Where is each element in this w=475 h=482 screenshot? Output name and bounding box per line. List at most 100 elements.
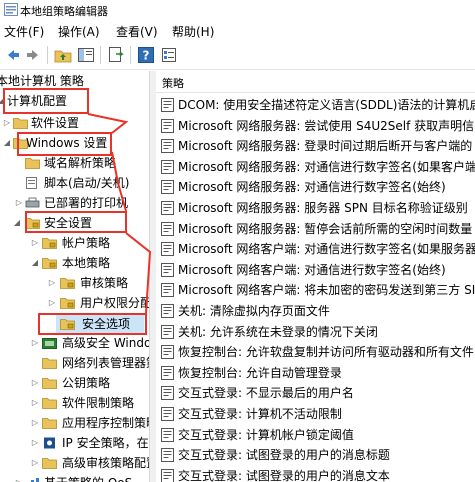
policy-setting-icon [161, 283, 174, 298]
policy-name: 交互式登录: 试图登录的用户的消息文本 [178, 468, 390, 482]
policy-row[interactable]: 恢复控制台: 允许软盘复制并访问所有驱动器和所有文件 [156, 342, 475, 362]
security-folder-icon [25, 218, 40, 229]
back-icon[interactable] [4, 46, 22, 64]
printer-icon [25, 197, 40, 208]
policy-row[interactable]: 交互式登录: 计算机不活动限制 [156, 404, 475, 424]
policy-name: Microsoft 网络服务器: 尝试使用 S4U2Self 获取声明信 [178, 118, 475, 133]
policy-setting-icon [161, 242, 174, 257]
policy-name: Microsoft 网络服务器: 对通信进行数字签名(始终) [178, 180, 446, 195]
security-folder-icon [42, 258, 57, 269]
policy-row[interactable]: 关机: 允许系统在未登录的情况下关闭 [156, 322, 475, 342]
expand-arrow-icon[interactable]: ▷ [30, 393, 40, 413]
svg-text:?: ? [143, 49, 150, 63]
expand-arrow-icon[interactable]: ▷ [30, 333, 40, 353]
menu-help[interactable]: 帮助(H) [172, 23, 214, 40]
menu-action[interactable]: 操作(A) [58, 23, 100, 40]
policy-setting-icon [161, 118, 174, 133]
policy-row[interactable]: Microsoft 网络客户端: 将未加密的密码发送到第三方 SI [156, 280, 475, 300]
policy-name: Microsoft 网络服务器: 对通信进行数字签名(如果客户端 [178, 159, 475, 174]
toolbar: ? [0, 40, 475, 70]
policy-row[interactable]: Microsoft 网络服务器: 尝试使用 S4U2Self 获取声明信 [156, 116, 475, 136]
policy-row[interactable]: Microsoft 网络服务器: 服务器 SPN 目标名称验证级别 [156, 198, 475, 218]
policy-row[interactable]: DCOM: 使用安全描述符定义语言(SDDL)语法的计算机启 [156, 95, 475, 115]
policy-setting-icon [161, 407, 174, 421]
policy-name: 交互式登录: 试图登录的用户的消息标题 [178, 448, 390, 463]
tree-item-security-options[interactable]: 安全选项 [56, 314, 144, 334]
expand-arrow-icon[interactable]: ▷ [47, 293, 57, 313]
policy-setting-icon [161, 448, 174, 463]
policy-row[interactable]: Microsoft 网络客户端: 对通信进行数字签名(如果服务器 [156, 239, 475, 259]
forward-icon[interactable] [24, 46, 42, 64]
expand-arrow-icon[interactable]: ▷ [2, 113, 12, 133]
policy-setting-icon [161, 324, 174, 339]
security-folder-icon [60, 319, 75, 330]
folder-icon [42, 458, 57, 469]
policy-setting-icon [161, 468, 174, 482]
collapse-arrow-icon[interactable]: ◢ [30, 253, 40, 273]
policy-setting-icon [161, 427, 174, 442]
policy-setting-icon [161, 180, 174, 195]
security-folder-icon [60, 278, 75, 289]
security-folder-icon [42, 238, 57, 249]
policy-setting-icon [161, 221, 174, 236]
collapse-arrow-icon[interactable]: ◢ [0, 91, 6, 111]
column-header-policy[interactable]: 策略 [156, 71, 475, 93]
policy-row[interactable]: 交互式登录: 计算机帐户锁定阈值 [156, 425, 475, 445]
help-icon[interactable]: ? [137, 46, 155, 64]
policy-name: Microsoft 网络服务器: 服务器 SPN 目标名称验证级别 [178, 201, 468, 215]
policy-name: Microsoft 网络服务器: 暂停会话前所需的空闲时间数量 [178, 221, 473, 236]
firewall-icon [42, 338, 57, 349]
policy-name: Microsoft 网络服务器: 登录时间过期后断开与客户端的 [178, 139, 473, 154]
policy-row[interactable]: 恢复控制台: 允许自动管理登录 [156, 363, 475, 383]
expand-arrow-icon[interactable]: ▷ [30, 453, 40, 473]
script-icon [26, 177, 37, 189]
policy-name: 关机: 允许系统在未登录的情况下关闭 [178, 324, 378, 339]
properties-icon[interactable] [160, 46, 178, 64]
collapse-arrow-icon[interactable]: ◢ [12, 213, 22, 233]
policy-row[interactable]: 交互式登录: 试图登录的用户的消息文本 [156, 466, 475, 482]
expand-arrow-icon[interactable]: ▷ [14, 473, 24, 482]
export-list-icon[interactable] [107, 46, 125, 64]
expand-arrow-icon[interactable]: ▷ [30, 373, 40, 393]
title-bar: 本地组策略编辑器 [0, 0, 475, 20]
expand-arrow-icon[interactable]: ▷ [30, 433, 40, 453]
expand-arrow-icon[interactable]: ▷ [14, 193, 24, 213]
policy-setting-icon [161, 365, 174, 380]
show-hide-tree-icon[interactable] [77, 46, 95, 64]
policy-setting-icon [161, 201, 174, 215]
expand-arrow-icon[interactable]: ▷ [30, 233, 40, 253]
policy-setting-icon [161, 262, 174, 277]
folder-icon [25, 158, 40, 169]
policy-name: Microsoft 网络客户端: 将未加密的密码发送到第三方 SI [178, 283, 475, 298]
policy-row[interactable]: Microsoft 网络服务器: 对通信进行数字签名(始终) [156, 177, 475, 197]
policy-setting-icon [161, 159, 174, 174]
menu-view[interactable]: 查看(V) [116, 23, 158, 40]
policy-row[interactable]: Microsoft 网络服务器: 对通信进行数字签名(如果客户端 [156, 157, 475, 177]
policy-setting-icon [161, 345, 174, 360]
policy-setting-icon [161, 139, 174, 154]
expand-arrow-icon[interactable]: ▷ [30, 413, 40, 433]
menu-bar: 文件(F) 操作(A) 查看(V) 帮助(H) [0, 20, 475, 40]
expand-arrow-icon[interactable]: ▷ [47, 273, 57, 293]
security-folder-icon [60, 298, 75, 309]
policy-name: 交互式登录: 计算机帐户锁定阈值 [178, 427, 354, 442]
policy-row[interactable]: 交互式登录: 不显示最后的用户名 [156, 383, 475, 403]
up-folder-icon[interactable] [54, 46, 72, 64]
folder-icon [42, 378, 57, 389]
policy-name: Microsoft 网络客户端: 对通信进行数字签名(始终) [178, 262, 446, 277]
policy-name: 恢复控制台: 允许软盘复制并访问所有驱动器和所有文件 [178, 345, 474, 360]
policy-row[interactable]: Microsoft 网络服务器: 登录时间过期后断开与客户端的 [156, 136, 475, 156]
menu-file[interactable]: 文件(F) [4, 23, 44, 40]
folder-icon [42, 398, 57, 409]
policy-name: 关机: 清除虚拟内存页面文件 [178, 304, 330, 318]
policy-row[interactable]: 交互式登录: 试图登录的用户的消息标题 [156, 445, 475, 465]
gpedit-icon [4, 3, 18, 16]
policy-row[interactable]: Microsoft 网络客户端: 对通信进行数字签名(始终) [156, 260, 475, 280]
folder-icon [13, 118, 28, 129]
policy-name: Microsoft 网络客户端: 对通信进行数字签名(如果服务器 [178, 242, 475, 257]
policy-row[interactable]: Microsoft 网络服务器: 暂停会话前所需的空闲时间数量 [156, 219, 475, 239]
policy-row[interactable]: 关机: 清除虚拟内存页面文件 [156, 301, 475, 321]
folder-icon [42, 358, 57, 369]
window-title: 本地组策略编辑器 [20, 5, 108, 18]
collapse-arrow-icon[interactable]: ◢ [2, 133, 12, 153]
